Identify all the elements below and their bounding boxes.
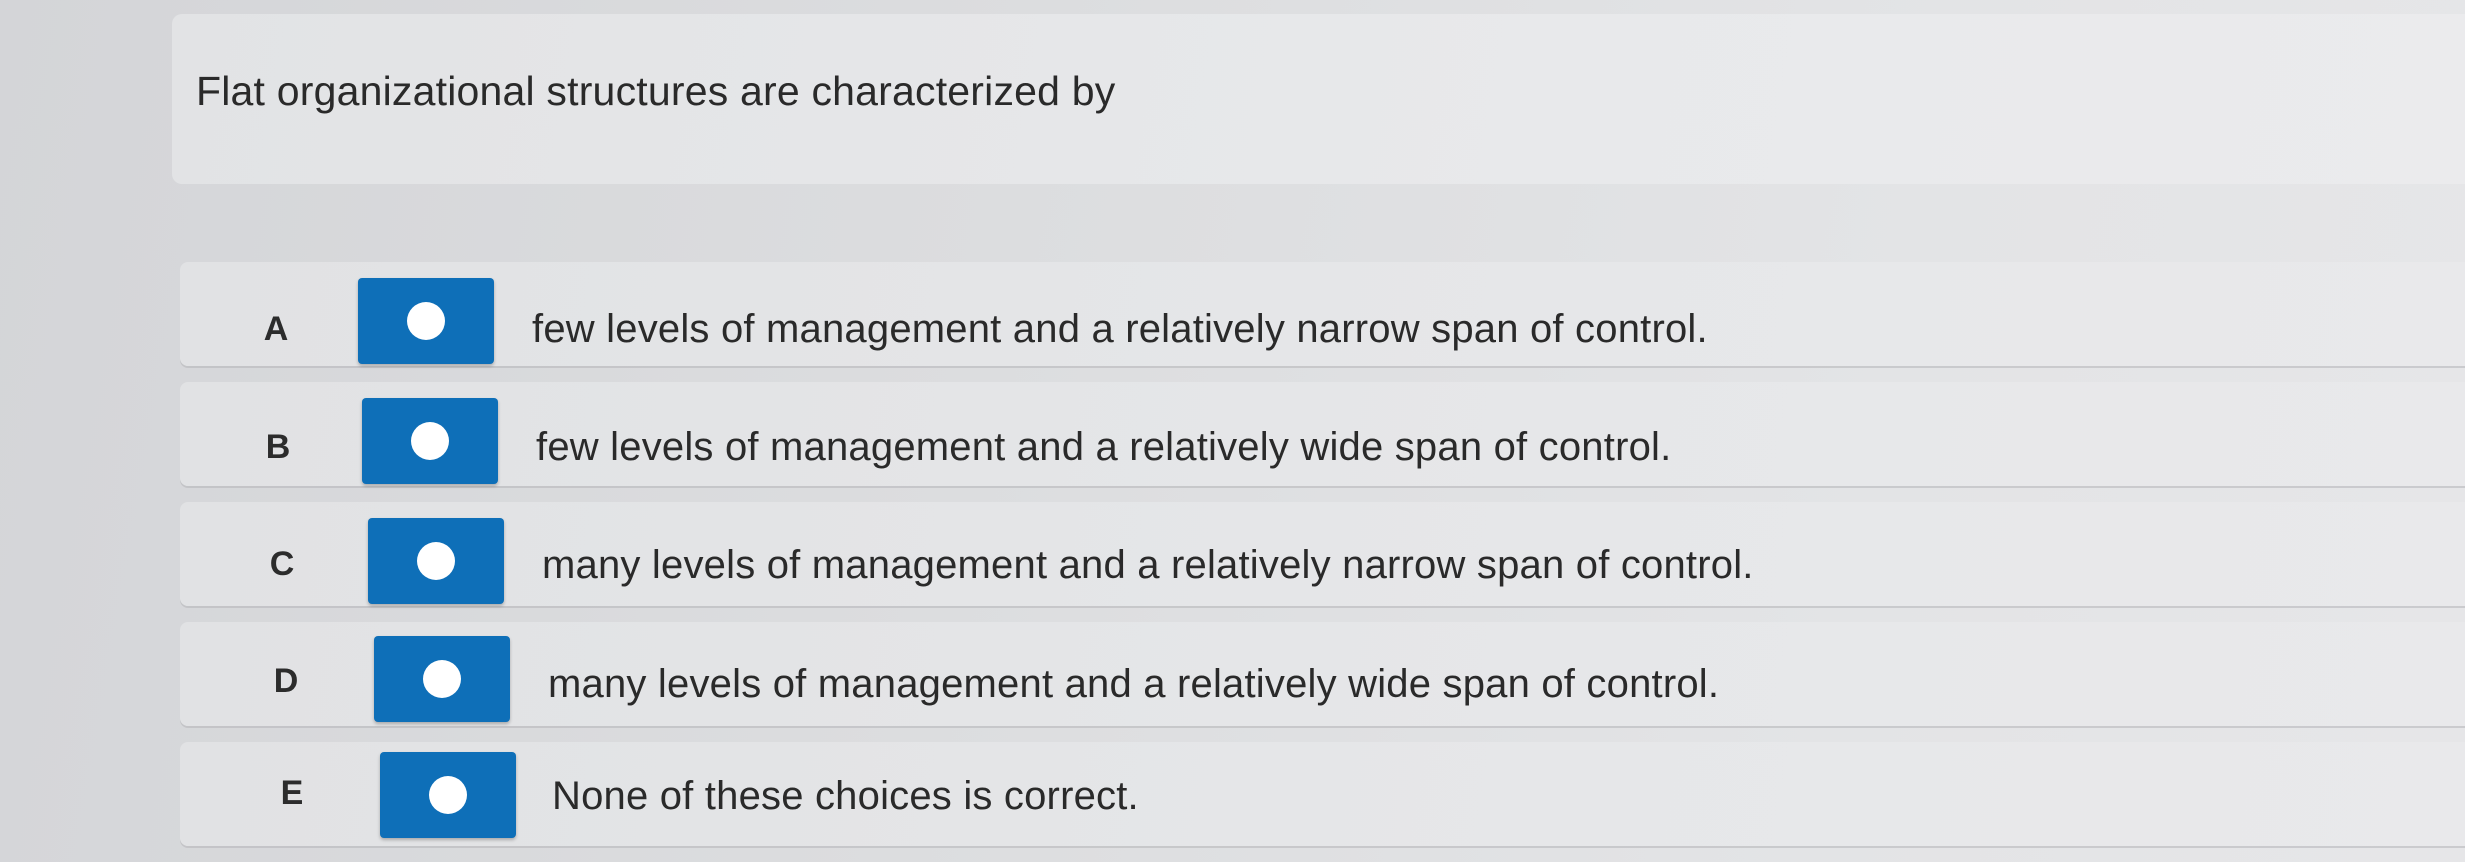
radio-button-c[interactable]: [368, 518, 504, 604]
choice-letter-c: C: [269, 545, 295, 583]
radio-button-e[interactable]: [380, 752, 516, 838]
choice-text-d: many levels of management and a relative…: [548, 662, 1720, 706]
radio-dot-icon: [429, 776, 467, 814]
radio-dot-icon: [411, 422, 449, 460]
choice-text-c: many levels of management and a relative…: [542, 543, 1754, 587]
choice-letter-d: D: [273, 662, 299, 700]
radio-dot-icon: [407, 302, 445, 340]
choice-text-b: few levels of management and a relativel…: [536, 425, 1672, 469]
radio-button-d[interactable]: [374, 636, 510, 722]
choice-letter-a: A: [263, 310, 289, 348]
radio-dot-icon: [417, 542, 455, 580]
choice-text-a: few levels of management and a relativel…: [532, 307, 1708, 351]
answer-choices: A few levels of management and a relativ…: [0, 0, 2465, 862]
choice-letter-b: B: [265, 428, 291, 466]
radio-button-b[interactable]: [362, 398, 498, 484]
radio-button-a[interactable]: [358, 278, 494, 364]
choice-row-e[interactable]: [180, 742, 2465, 846]
choice-letter-e: E: [280, 774, 304, 812]
radio-dot-icon: [423, 660, 461, 698]
choice-text-e: None of these choices is correct.: [552, 774, 1139, 818]
